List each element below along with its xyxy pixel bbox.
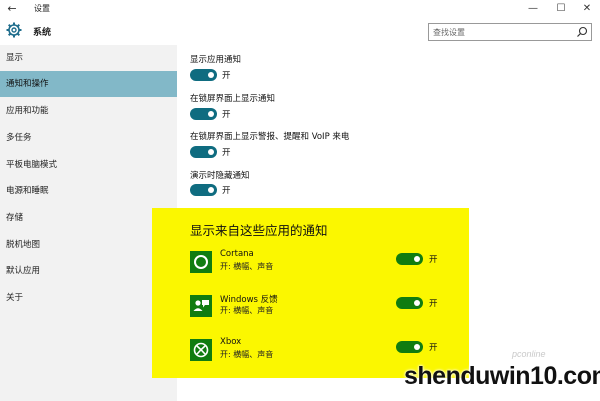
toggle-state-text: 开: [429, 343, 438, 353]
setting-label-show-app-notifications: 显示应用通知: [190, 55, 242, 65]
xbox-icon: [190, 339, 212, 361]
toggle-lock-screen-notifications[interactable]: [190, 108, 217, 120]
toggle-lock-screen-alarms[interactable]: [190, 146, 217, 158]
section-title: 系统: [33, 28, 52, 38]
toggle-state-text: 开: [429, 299, 438, 309]
toggle-xbox[interactable]: [396, 341, 423, 353]
sidebar-item-tablet-mode[interactable]: 平板电脑模式: [0, 152, 177, 178]
toggle-state-text: 开: [222, 71, 231, 81]
app-name: Windows 反馈: [220, 295, 278, 305]
toggle-state-text: 开: [222, 148, 231, 158]
sidebar-item-power-sleep[interactable]: 电源和睡眠: [0, 178, 177, 204]
sidebar-item-notifications[interactable]: 通知和操作: [0, 71, 177, 97]
app-row-cortana[interactable]: Cortana 开: 横幅、声音 开: [190, 248, 450, 276]
sidebar-item-display[interactable]: 显示: [0, 45, 177, 71]
app-notifications-title: 显示来自这些应用的通知: [190, 223, 328, 238]
app-name: Cortana: [220, 249, 254, 259]
search-box[interactable]: [428, 23, 592, 41]
toggle-windows-feedback[interactable]: [396, 297, 423, 309]
sidebar: 显示 通知和操作 应用和功能 多任务 平板电脑模式 电源和睡眠 存储 脱机地图 …: [0, 45, 177, 401]
app-row-xbox[interactable]: Xbox 开: 横幅、声音 开: [190, 336, 450, 364]
sidebar-item-apps-features[interactable]: 应用和功能: [0, 98, 177, 124]
sidebar-item-offline-maps[interactable]: 脱机地图: [0, 232, 177, 258]
windows-feedback-icon: [190, 295, 212, 317]
minimize-button[interactable]: —: [520, 0, 546, 17]
sidebar-item-multitasking[interactable]: 多任务: [0, 125, 177, 151]
site-watermark: shenduwin10.com: [404, 362, 600, 390]
pconline-watermark: pconline: [512, 349, 546, 359]
toggle-hide-when-presenting[interactable]: [190, 184, 217, 196]
title-bar: ← 设置 — ☐ ✕: [0, 0, 600, 17]
app-detail: 开: 横幅、声音: [220, 306, 274, 315]
sidebar-item-about[interactable]: 关于: [0, 285, 177, 311]
search-input[interactable]: [429, 24, 574, 40]
settings-header: 系统: [0, 17, 600, 45]
app-name: Xbox: [220, 337, 242, 347]
back-button[interactable]: ←: [4, 2, 20, 15]
app-detail: 开: 横幅、声音: [220, 350, 274, 359]
setting-label-lock-screen-alarms: 在锁屏界面上显示警报、提醒和 VoIP 来电: [190, 132, 350, 142]
sidebar-item-default-apps[interactable]: 默认应用: [0, 258, 177, 284]
app-row-windows-feedback[interactable]: Windows 反馈 开: 横幅、声音 开: [190, 292, 450, 320]
toggle-cortana[interactable]: [396, 253, 423, 265]
sidebar-item-storage[interactable]: 存储: [0, 205, 177, 231]
cortana-icon: [190, 251, 212, 273]
search-icon[interactable]: [576, 26, 588, 38]
app-detail: 开: 横幅、声音: [220, 262, 274, 271]
maximize-button[interactable]: ☐: [548, 0, 574, 17]
window-title: 设置: [34, 4, 50, 13]
toggle-state-text: 开: [222, 186, 231, 196]
setting-label-hide-when-presenting: 演示时隐藏通知: [190, 171, 250, 181]
setting-label-lock-screen-notifications: 在锁屏界面上显示通知: [190, 94, 276, 104]
gear-icon: [6, 22, 22, 38]
toggle-show-app-notifications[interactable]: [190, 69, 217, 81]
app-notifications-panel: 显示来自这些应用的通知 Cortana 开: 横幅、声音 开 Windows 反…: [152, 208, 469, 378]
toggle-state-text: 开: [222, 110, 231, 120]
toggle-state-text: 开: [429, 255, 438, 265]
close-button[interactable]: ✕: [574, 0, 600, 17]
